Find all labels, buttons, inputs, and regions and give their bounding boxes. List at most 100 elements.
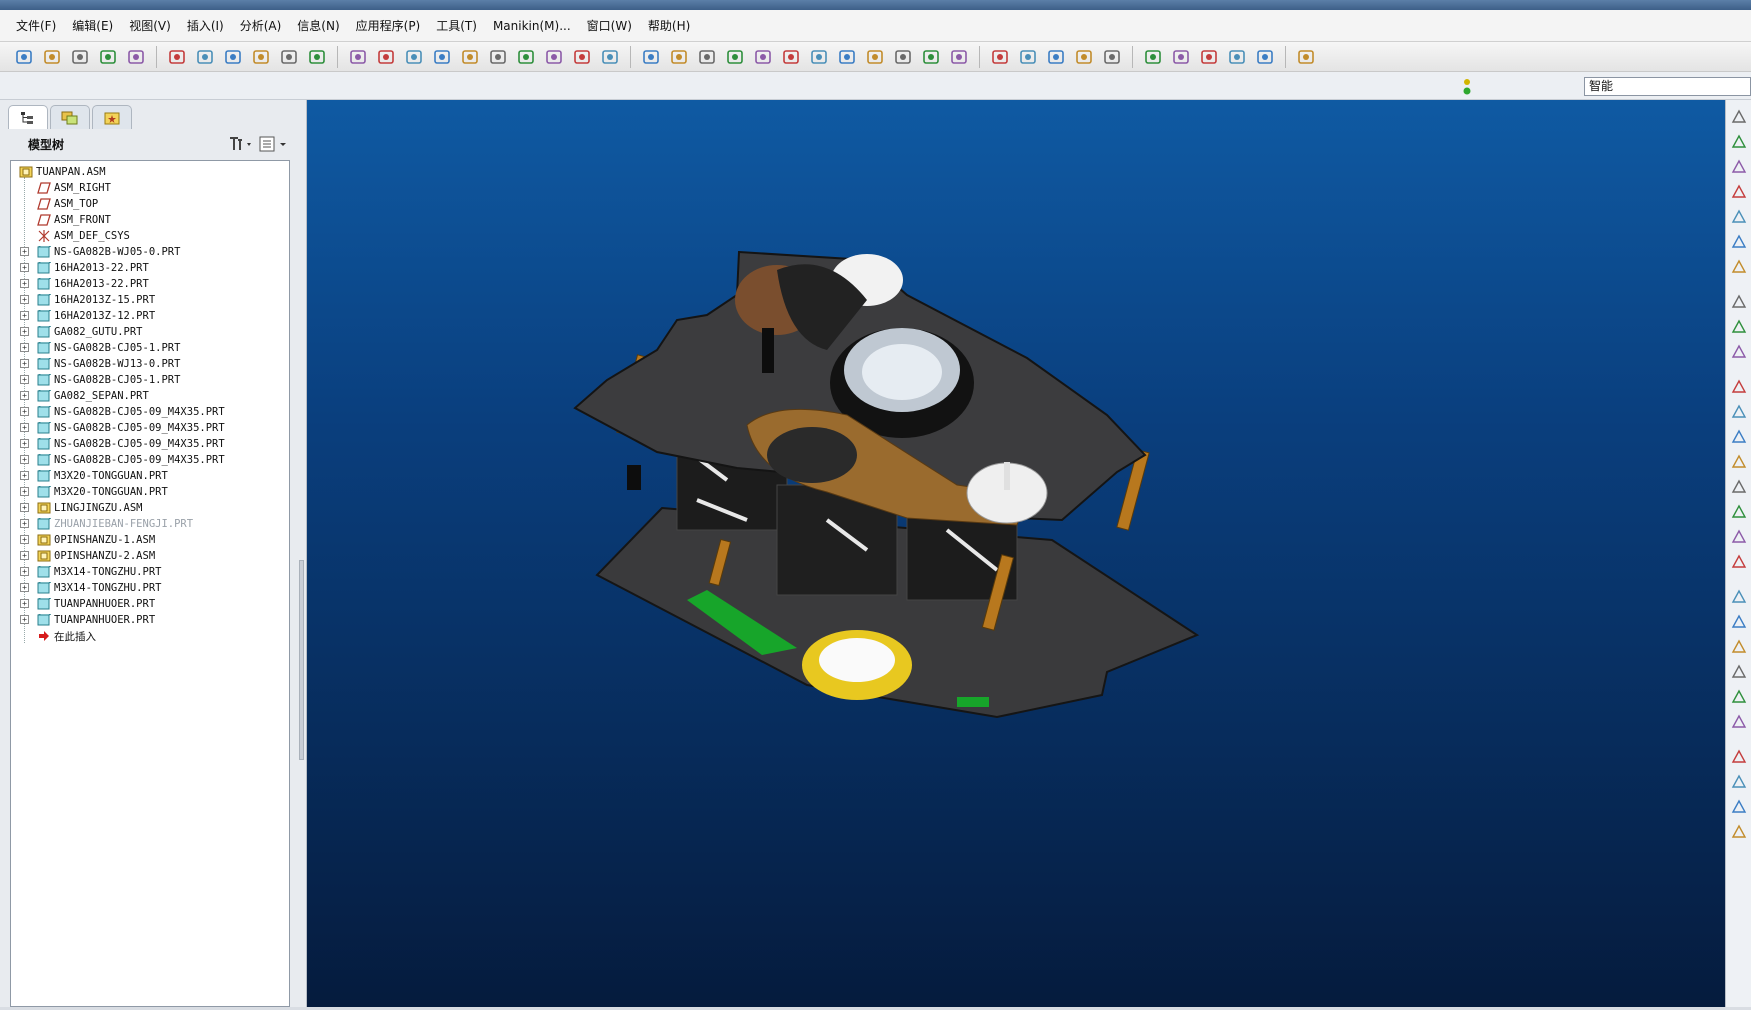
- merge-button[interactable]: [1728, 686, 1750, 708]
- expand-toggle[interactable]: +: [20, 423, 29, 432]
- graphics-window[interactable]: [307, 100, 1725, 1007]
- trim-button[interactable]: [1728, 711, 1750, 733]
- blend-button[interactable]: [1728, 451, 1750, 473]
- tree-item[interactable]: +16HA2013Z-15.PRT: [11, 292, 281, 308]
- coord-sys-button[interactable]: [1224, 44, 1250, 70]
- tree-item[interactable]: + NS-GA082B-CJ05-1.PRT: [11, 340, 281, 356]
- hidden-line-button[interactable]: [1015, 44, 1041, 70]
- menu-item[interactable]: 视图(V): [121, 10, 179, 42]
- csys-tool-button[interactable]: [1728, 231, 1750, 253]
- expand-toggle[interactable]: +: [20, 583, 29, 592]
- expand-toggle[interactable]: +: [20, 327, 29, 336]
- tree-item[interactable]: + M3X14-TONGZHU.PRT: [11, 580, 281, 596]
- publish-button[interactable]: [95, 44, 121, 70]
- context-help-button[interactable]: [1293, 44, 1319, 70]
- menu-item[interactable]: 窗口(W): [579, 10, 640, 42]
- menu-item[interactable]: 编辑(E): [64, 10, 121, 42]
- expand-toggle[interactable]: +: [20, 567, 29, 576]
- tree-item[interactable]: 在此插入: [11, 628, 281, 644]
- find-button[interactable]: [569, 44, 595, 70]
- selection-filter-select[interactable]: 智能: [1584, 77, 1751, 96]
- revolve-button[interactable]: [1728, 401, 1750, 423]
- shape-button[interactable]: [39, 44, 65, 70]
- expand-toggle[interactable]: +: [20, 407, 29, 416]
- expand-toggle[interactable]: +: [20, 247, 29, 256]
- rib-button[interactable]: [1728, 526, 1750, 548]
- select-box-button[interactable]: [597, 44, 623, 70]
- expand-toggle[interactable]: +: [20, 279, 29, 288]
- wireframe-button[interactable]: [987, 44, 1013, 70]
- zoom-out-button[interactable]: [806, 44, 832, 70]
- expand-toggle[interactable]: +: [20, 519, 29, 528]
- enhanced-realism-button[interactable]: [1099, 44, 1125, 70]
- open-file-button[interactable]: [192, 44, 218, 70]
- copy-button[interactable]: [429, 44, 455, 70]
- tree-item[interactable]: + M3X14-TONGZHU.PRT: [11, 564, 281, 580]
- menu-item[interactable]: 文件(F): [8, 10, 64, 42]
- tree-item[interactable]: + TUANPANHUOER.PRT: [11, 596, 281, 612]
- shading-button[interactable]: [722, 44, 748, 70]
- tree-item[interactable]: + M3X20-TONGGUAN.PRT: [11, 484, 281, 500]
- hole-button[interactable]: [1728, 476, 1750, 498]
- tree-item[interactable]: + NS-GA082B-CJ05-09_M4X35.PRT: [11, 452, 281, 468]
- print-button[interactable]: [248, 44, 274, 70]
- expand-toggle[interactable]: +: [20, 535, 29, 544]
- tree-item[interactable]: + LINGJINGZU.ASM: [11, 500, 281, 516]
- expand-toggle[interactable]: +: [20, 503, 29, 512]
- email-button[interactable]: [276, 44, 302, 70]
- thicken-button[interactable]: [1728, 771, 1750, 793]
- regenerate-button[interactable]: [513, 44, 539, 70]
- datum-planes-button[interactable]: [1140, 44, 1166, 70]
- tree-item[interactable]: ASM_FRONT: [11, 212, 281, 228]
- expand-toggle[interactable]: +: [20, 551, 29, 560]
- expand-toggle[interactable]: +: [20, 439, 29, 448]
- tree-item[interactable]: + NS-GA082B-WJ13-0.PRT: [11, 356, 281, 372]
- draft-button[interactable]: [1728, 551, 1750, 573]
- analysis-button[interactable]: [1728, 256, 1750, 278]
- connect-button[interactable]: [123, 44, 149, 70]
- cut-button[interactable]: [401, 44, 427, 70]
- shaded-button[interactable]: [1071, 44, 1097, 70]
- pan-button[interactable]: [750, 44, 776, 70]
- zoom-in-button[interactable]: [778, 44, 804, 70]
- tree-settings-button[interactable]: [222, 134, 256, 154]
- tree-item[interactable]: ASM_RIGHT: [11, 180, 281, 196]
- chamfer-button[interactable]: [1728, 611, 1750, 633]
- tree-item[interactable]: ASM_TOP: [11, 196, 281, 212]
- tree-item[interactable]: + NS-GA082B-CJ05-1.PRT: [11, 372, 281, 388]
- tree-item[interactable]: + GA082_SEPAN.PRT: [11, 388, 281, 404]
- paste-special-button[interactable]: [485, 44, 511, 70]
- datum-points-button[interactable]: [1196, 44, 1222, 70]
- expand-toggle[interactable]: +: [20, 343, 29, 352]
- tree-item[interactable]: + NS-GA082B-WJ05-0.PRT: [11, 244, 281, 260]
- expand-toggle[interactable]: +: [20, 391, 29, 400]
- extrude-button[interactable]: [1728, 376, 1750, 398]
- pattern-button[interactable]: [1728, 636, 1750, 658]
- sketch-button[interactable]: [638, 44, 664, 70]
- expand-toggle[interactable]: +: [20, 471, 29, 480]
- menu-item[interactable]: 插入(I): [179, 10, 232, 42]
- tree-item[interactable]: + M3X20-TONGGUAN.PRT: [11, 468, 281, 484]
- expand-toggle[interactable]: +: [20, 455, 29, 464]
- sweep-button[interactable]: [1728, 426, 1750, 448]
- no-hidden-button[interactable]: [1043, 44, 1069, 70]
- model-tree-tab[interactable]: [8, 105, 48, 129]
- view-manager-button[interactable]: [946, 44, 972, 70]
- menu-item[interactable]: 帮助(H): [640, 10, 698, 42]
- tree-item[interactable]: +16HA2013-22.PRT: [11, 276, 281, 292]
- refit-button[interactable]: [834, 44, 860, 70]
- tree-show-button[interactable]: [256, 134, 290, 154]
- expand-toggle[interactable]: +: [20, 311, 29, 320]
- tree-item[interactable]: + ZHUANJIEBAN-FENGJI.PRT: [11, 516, 281, 532]
- repeat-button[interactable]: [1728, 821, 1750, 843]
- tree-item[interactable]: +0PINSHANZU-1.ASM: [11, 532, 281, 548]
- menu-item[interactable]: Manikin(M)...: [485, 10, 579, 42]
- axis-button[interactable]: [1728, 156, 1750, 178]
- tree-item[interactable]: + NS-GA082B-CJ05-09_M4X35.PRT: [11, 436, 281, 452]
- undo-button[interactable]: [345, 44, 371, 70]
- print-preview-button[interactable]: [304, 44, 330, 70]
- expand-toggle[interactable]: +: [20, 359, 29, 368]
- expand-toggle[interactable]: +: [20, 375, 29, 384]
- curve-button[interactable]: [1728, 181, 1750, 203]
- tree-item[interactable]: +0PINSHANZU-2.ASM: [11, 548, 281, 564]
